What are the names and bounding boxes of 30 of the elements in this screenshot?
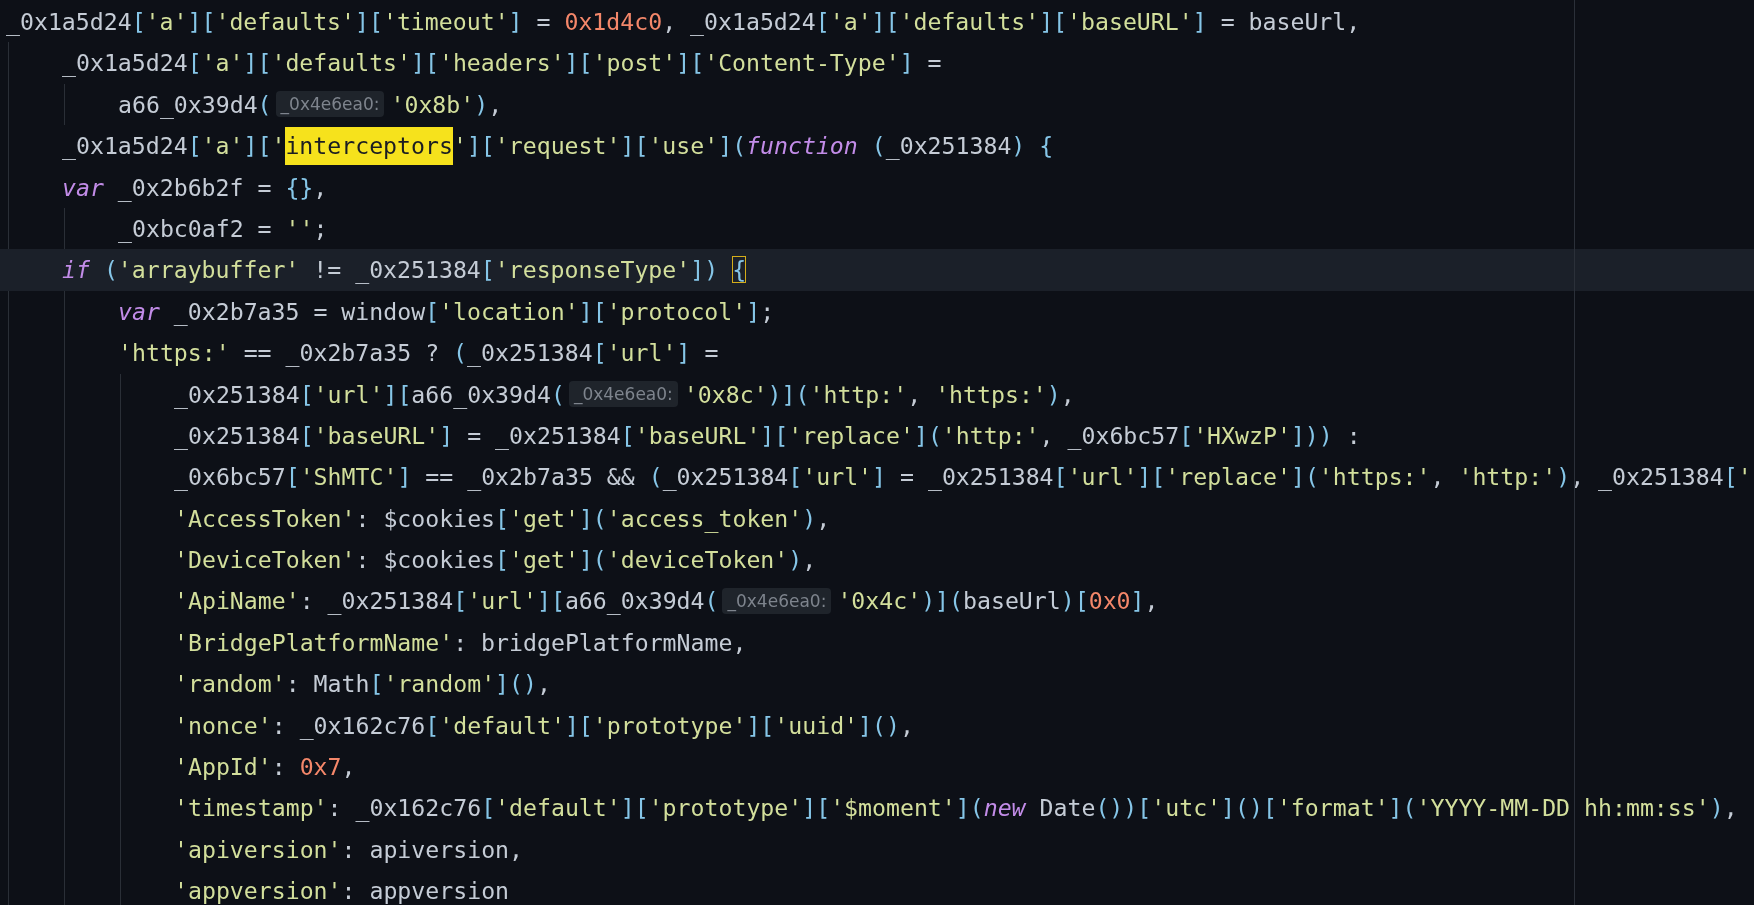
inlay-hint: _0x4e6ea0: <box>722 588 832 615</box>
code-text: 'AccessToken': $cookies['get']('access_token'), <box>174 503 831 535</box>
code-text: _0x1a5d24['a']['defaults']['timeout'] = 0x1d4c0, _0x1a5d24['a']['defaults']['baseURL'] = baseUrl, <box>6 7 1361 38</box>
code-text: '0x8c')]('http:', 'https:'), <box>683 379 1075 410</box>
code-text: 'BridgePlatformName': bridgePlatformName, <box>174 627 747 658</box>
code-text: 'https:' == _0x2b7a35 ? (_0x251384['url'] = <box>118 338 719 369</box>
code-text: 'nonce': _0x162c76['default']['prototype']['uuid'](), <box>174 710 914 742</box>
inlay-hint: _0x4e6ea0: <box>275 91 385 118</box>
code-text: '0x4c')](baseUrl)[0x0], <box>837 586 1159 617</box>
code-text: '0x8b'), <box>390 89 503 120</box>
code-text: 'timestamp': _0x162c76['default']['prototype']['$moment'](new Date())['utc']()['format']('YYYY-MM-DD hh:mm:ss'), <box>174 793 1738 824</box>
code-text: 'appversion': appversion <box>174 876 510 905</box>
code-text: _0x251384['baseURL'] = _0x251384['baseURL']['replace']('http:', _0x6bc57['HXwzP'])) : <box>174 420 1361 452</box>
code-text: 'random': Math['random'](), <box>174 669 551 700</box>
code-text: var _0x2b7a35 = window['location']['protocol']; <box>118 296 775 328</box>
search-match: interceptors <box>285 126 453 165</box>
code-text: _0x6bc57['ShMTC'] == _0x2b7a35 && (_0x251384['url'] = _0x251384['url']['replace']('https:', 'http:'), _0x251384[' <box>174 462 1752 493</box>
code-text: _0x1a5d24['a'][' <box>62 131 286 162</box>
code-text: _0x251384['url'][a66_0x39d4( <box>174 379 565 411</box>
code-text: 'DeviceToken': $cookies['get']('deviceToken'), <box>174 545 817 576</box>
code-text: a66_0x39d4( <box>118 89 272 121</box>
code-text: _0xbc0af2 = ''; <box>118 213 328 245</box>
code-text: _0x1a5d24['a']['defaults']['headers']['post']['Content-Type'] = <box>62 48 942 79</box>
code-text: 'AppId': 0x7, <box>174 752 356 783</box>
code-text: var _0x2b6b2f = {}, <box>62 172 328 204</box>
code-text: if ('arraybuffer' != _0x251384['responseType']) { <box>62 255 747 286</box>
inlay-hint: _0x4e6ea0: <box>568 381 678 408</box>
code-text: 'ApiName': _0x251384['url'][a66_0x39d4( <box>174 586 719 617</box>
code-text: 'apiversion': apiversion, <box>174 834 523 865</box>
code-text: ']['request']['use'](function (_0x251384) { <box>452 131 1054 162</box>
